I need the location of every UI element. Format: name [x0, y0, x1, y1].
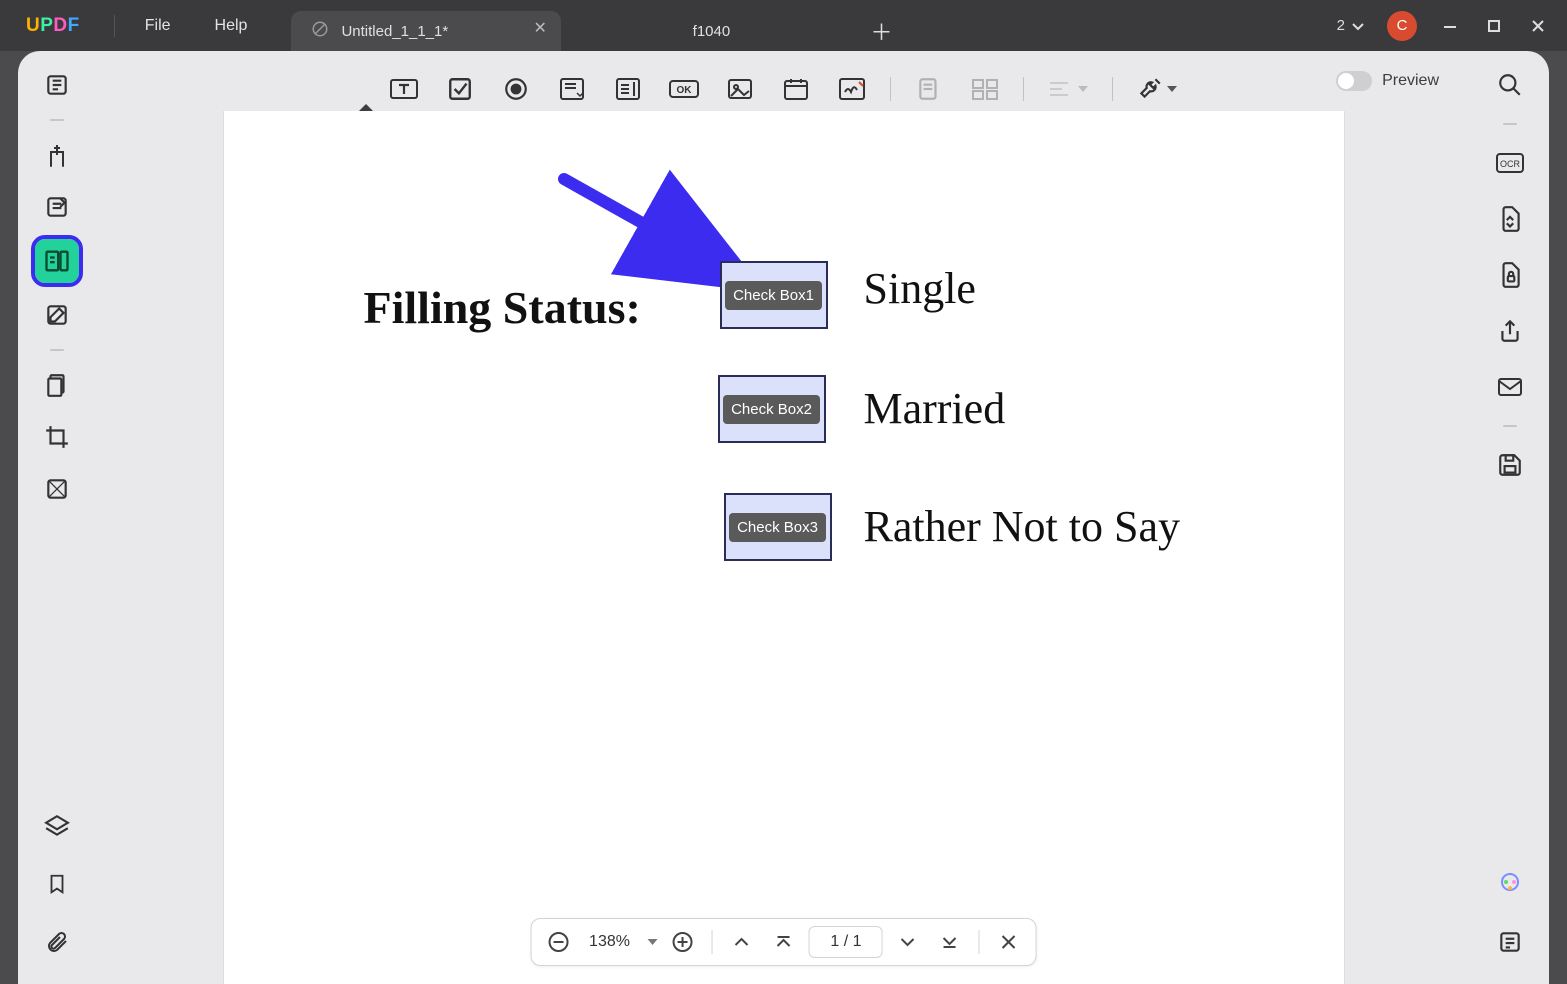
layers-icon[interactable]: [37, 806, 77, 846]
sign-tool[interactable]: [37, 295, 77, 335]
save-icon[interactable]: [1490, 445, 1530, 485]
chevron-down-icon: [1167, 86, 1177, 92]
chevron-down-icon[interactable]: [648, 939, 658, 945]
separator: [50, 349, 64, 351]
align-tool[interactable]: [1044, 71, 1092, 107]
edit-tool[interactable]: [37, 187, 77, 227]
close-nav-button[interactable]: [992, 925, 1026, 959]
chevron-down-icon: [1078, 86, 1088, 92]
comment-tool[interactable]: [37, 135, 77, 175]
tab-label: Untitled_1_1_1*: [341, 23, 448, 40]
next-page-button[interactable]: [891, 925, 925, 959]
field-label: Check Box3: [729, 513, 826, 542]
option-rather-not-say: Rather Not to Say: [864, 501, 1181, 552]
multi-field-tool[interactable]: [967, 71, 1003, 107]
notes-icon[interactable]: [1490, 922, 1530, 962]
form-checkbox-2[interactable]: Check Box2: [718, 375, 826, 443]
sidebar-right: OCR: [1485, 65, 1535, 485]
sidebar-right-bottom: [1485, 864, 1535, 962]
editor-frame: OCR: [18, 51, 1549, 984]
close-button[interactable]: [1527, 15, 1549, 37]
menu-help[interactable]: Help: [193, 17, 270, 35]
svg-text:OK: OK: [677, 85, 693, 96]
zoom-in-button[interactable]: [666, 925, 700, 959]
form-tool[interactable]: [35, 239, 79, 283]
redact-tool[interactable]: [37, 469, 77, 509]
organize-tool[interactable]: [37, 365, 77, 405]
checkbox-tool[interactable]: [442, 71, 478, 107]
last-page-button[interactable]: [933, 925, 967, 959]
titlebar-right: 2 C: [1337, 11, 1567, 41]
page-input[interactable]: [809, 926, 883, 958]
ai-icon[interactable]: [1490, 864, 1530, 904]
field-label: Check Box2: [723, 395, 820, 424]
bookmark-icon[interactable]: [37, 864, 77, 904]
titlebar: UPDF File Help Untitled_1_1_1* ✕ f1040 ＋…: [0, 0, 1567, 51]
recognize-form-tool[interactable]: [911, 71, 947, 107]
zoom-value: 138%: [583, 933, 636, 951]
maximize-button[interactable]: [1483, 15, 1505, 37]
form-checkbox-1[interactable]: Check Box1: [720, 261, 828, 329]
sidebar-left: [32, 65, 82, 509]
tab-label: f1040: [693, 23, 731, 40]
zoom-out-button[interactable]: [541, 925, 575, 959]
separator: [712, 930, 713, 954]
separator: [979, 930, 980, 954]
heading-filling-status: Filling Status:: [364, 281, 641, 334]
prev-page-button[interactable]: [725, 925, 759, 959]
page-navigation: 138%: [530, 918, 1037, 966]
menu-file[interactable]: File: [123, 17, 193, 35]
separator: [114, 15, 115, 37]
attachment-icon[interactable]: [37, 922, 77, 962]
option-single: Single: [864, 263, 976, 314]
new-tab-button[interactable]: ＋: [861, 11, 901, 51]
button-tool[interactable]: OK: [666, 71, 702, 107]
share-icon[interactable]: [1490, 311, 1530, 351]
radio-tool[interactable]: [498, 71, 534, 107]
separator: [1503, 123, 1517, 125]
tab-f1040[interactable]: f1040: [561, 11, 861, 51]
tab-untitled[interactable]: Untitled_1_1_1* ✕: [291, 11, 561, 51]
reader-tool[interactable]: [37, 65, 77, 105]
separator: [890, 77, 891, 101]
minimize-button[interactable]: [1439, 15, 1461, 37]
signature-field-tool[interactable]: [834, 71, 870, 107]
separator: [1503, 425, 1517, 427]
window-count[interactable]: 2: [1337, 17, 1365, 34]
form-toolbar: OK: [118, 65, 1449, 113]
switch-icon[interactable]: [1336, 71, 1372, 91]
preview-toggle[interactable]: Preview: [1336, 71, 1439, 91]
separator: [50, 119, 64, 121]
app-logo[interactable]: UPDF: [0, 15, 106, 37]
tools-dropdown[interactable]: [1133, 71, 1181, 107]
text-field-tool[interactable]: [386, 71, 422, 107]
search-icon[interactable]: [1490, 65, 1530, 105]
dropdown-tool[interactable]: [554, 71, 590, 107]
crop-tool[interactable]: [37, 417, 77, 457]
hidden-icon: [311, 20, 329, 42]
protect-icon[interactable]: [1490, 255, 1530, 295]
document-canvas[interactable]: Filling Status: Check Box1 Single Check …: [118, 111, 1449, 984]
form-checkbox-3[interactable]: Check Box3: [724, 493, 832, 561]
separator: [1023, 77, 1024, 101]
ocr-icon[interactable]: OCR: [1490, 143, 1530, 183]
pdf-page[interactable]: Filling Status: Check Box1 Single Check …: [224, 111, 1344, 984]
convert-icon[interactable]: [1490, 199, 1530, 239]
sidebar-left-bottom: [32, 806, 82, 962]
listbox-tool[interactable]: [610, 71, 646, 107]
svg-text:OCR: OCR: [1500, 159, 1521, 169]
preview-label: Preview: [1382, 72, 1439, 90]
close-icon[interactable]: ✕: [533, 21, 549, 37]
avatar[interactable]: C: [1387, 11, 1417, 41]
mail-icon[interactable]: [1490, 367, 1530, 407]
separator: [1112, 77, 1113, 101]
image-field-tool[interactable]: [722, 71, 758, 107]
tabs-bar: Untitled_1_1_1* ✕ f1040 ＋: [291, 0, 1336, 51]
workspace: OCR: [0, 51, 1567, 984]
first-page-button[interactable]: [767, 925, 801, 959]
option-married: Married: [864, 383, 1006, 434]
date-field-tool[interactable]: [778, 71, 814, 107]
field-label: Check Box1: [725, 281, 822, 310]
